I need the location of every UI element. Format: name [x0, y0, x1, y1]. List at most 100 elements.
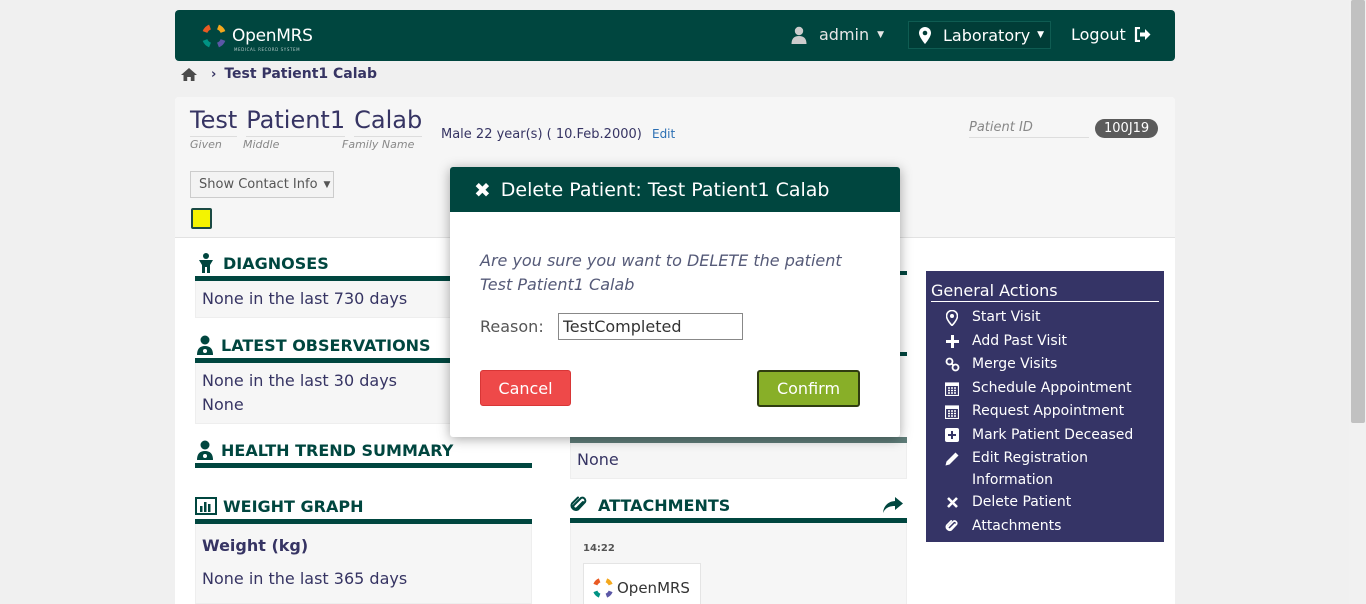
general-actions-title: General Actions: [931, 281, 1159, 302]
confirm-button[interactable]: Confirm: [757, 370, 860, 407]
paperclip-icon: [944, 515, 960, 539]
close-icon: [944, 491, 960, 515]
logo-text: OpenMRS: [232, 26, 313, 46]
link-icon: [944, 353, 960, 377]
openmrs-logo[interactable]: OpenMRS MEDICAL RECORD SYSTEM: [201, 23, 313, 52]
health-trend-title: HEALTH TREND SUMMARY: [195, 439, 532, 461]
action-merge-visits[interactable]: Merge Visits: [944, 353, 1133, 377]
scrollbar-thumb[interactable]: [1351, 0, 1365, 423]
weight-subtitle: Weight (kg): [202, 536, 309, 555]
patient-id-label: Patient ID: [969, 120, 1089, 138]
breadcrumb-current: Test Patient1 Calab: [224, 66, 378, 82]
action-label: Attachments: [972, 517, 1062, 534]
action-mark-patient-deceased[interactable]: Mark Patient Deceased: [944, 424, 1133, 448]
patient-name: Test Patient1 Calab: [190, 106, 423, 137]
edit-link[interactable]: Edit: [652, 127, 675, 141]
attachment-time: 14:22: [583, 543, 615, 554]
weight-none: None in the last 365 days: [202, 569, 408, 588]
action-attachments[interactable]: Attachments: [944, 515, 1133, 539]
location-name: Laboratory: [943, 25, 1031, 45]
middle-none: None: [577, 450, 619, 469]
weight-graph-title-text: WEIGHT GRAPH: [223, 496, 364, 516]
action-label: Merge Visits: [972, 356, 1058, 372]
calendar-icon: [944, 400, 960, 424]
close-icon: ✖: [474, 177, 491, 202]
page-scrollbar[interactable]: [1349, 0, 1366, 604]
logo-subtitle: MEDICAL RECORD SYSTEM: [234, 47, 301, 52]
reason-label: Reason:: [480, 317, 544, 336]
sign-out-icon: [1134, 27, 1151, 42]
weight-graph-widget: WEIGHT GRAPH Weight (kg) None in the las…: [195, 495, 532, 604]
thumbnail-text: OpenMRS: [617, 579, 690, 597]
share-icon[interactable]: [882, 496, 904, 514]
top-header: OpenMRS MEDICAL RECORD SYSTEM admin ▼ La…: [175, 10, 1175, 61]
attachments-title-text: ATTACHMENTS: [598, 495, 731, 515]
action-label: Add Past Visit: [972, 332, 1068, 349]
paperclip-icon: [570, 496, 587, 511]
patient-id-badge: 100J19: [1095, 119, 1159, 138]
dialog-title: Delete Patient: Test Patient1 Calab: [500, 178, 830, 201]
user-md-icon: [197, 335, 213, 355]
show-contact-info-button[interactable]: Show Contact Info ▼: [190, 171, 334, 198]
location-menu[interactable]: Laboratory ▼: [908, 21, 1051, 49]
caret-down-icon: ▼: [323, 179, 331, 190]
action-label: Mark Patient Deceased: [972, 426, 1134, 443]
middle-label: Middle: [243, 138, 280, 151]
delete-patient-dialog: ✖ Delete Patient: Test Patient1 Calab Ar…: [450, 167, 900, 437]
health-trend-bar: [195, 463, 532, 468]
chevron-down-icon: ▼: [877, 29, 885, 40]
logout-label: Logout: [1071, 25, 1126, 44]
user-name: admin: [819, 25, 870, 44]
action-schedule-appointment[interactable]: Schedule Appointment: [944, 377, 1133, 401]
dialog-message: Are you sure you want to DELETE the pati…: [480, 251, 842, 294]
user-menu[interactable]: admin ▼: [791, 25, 884, 44]
openmrs-logo-icon: [202, 24, 226, 48]
reason-input[interactable]: [557, 313, 743, 340]
gender-age-text: Male 22 year(s) ( 10.Feb.2000): [441, 127, 642, 142]
middle-name: Patient1: [246, 106, 346, 137]
action-delete-patient[interactable]: Delete Patient: [944, 491, 1133, 515]
action-start-visit[interactable]: Start Visit: [944, 306, 1133, 330]
plus-icon: [944, 330, 960, 354]
action-label: Start Visit: [972, 309, 1041, 325]
given-label: Given: [190, 138, 222, 151]
contact-button-label: Show Contact Info: [199, 177, 318, 192]
given-name: Test: [190, 106, 238, 137]
action-request-appointment[interactable]: Request Appointment: [944, 400, 1133, 424]
plus-square-icon: [944, 424, 960, 448]
user-md-icon: [197, 440, 213, 460]
attachments-title: ATTACHMENTS: [570, 494, 907, 516]
attachment-thumbnail[interactable]: OpenMRS: [583, 563, 701, 604]
breadcrumb: › Test Patient1 Calab: [181, 66, 377, 82]
home-icon[interactable]: [181, 67, 197, 81]
calendar-icon: [944, 377, 960, 401]
weight-graph-body: Weight (kg) None in the last 365 days: [195, 524, 532, 604]
map-marker-icon: [919, 26, 931, 44]
pencil-icon: [944, 447, 960, 471]
action-add-past-visit[interactable]: Add Past Visit: [944, 330, 1133, 354]
chevron-down-icon: ▼: [1037, 30, 1045, 40]
logout-link[interactable]: Logout: [1071, 25, 1151, 44]
general-actions-list: Start Visit Add Past Visit Merge Visits …: [944, 306, 1133, 538]
reason-row: Reason:: [480, 313, 743, 340]
family-name: Calab: [354, 106, 423, 137]
health-trend-title-text: HEALTH TREND SUMMARY: [221, 440, 454, 460]
action-edit-registration[interactable]: Edit Registration Information: [944, 447, 1133, 491]
user-icon: [791, 26, 807, 44]
health-trend-widget: HEALTH TREND SUMMARY: [195, 439, 532, 468]
observations-title-text: LATEST OBSERVATIONS: [221, 335, 431, 355]
bar-chart-icon: [195, 497, 217, 515]
gender-age: Male 22 year(s) ( 10.Feb.2000) Edit: [441, 127, 675, 142]
attachments-body: 14:22 OpenMRS: [570, 523, 907, 604]
action-label: Request Appointment: [972, 403, 1125, 419]
sticky-note-icon[interactable]: [191, 208, 212, 229]
weight-graph-title: WEIGHT GRAPH: [195, 495, 532, 517]
middle-widget-body: None: [570, 443, 907, 479]
action-label: Edit Registration Information: [972, 450, 1088, 488]
diagnoses-title-text: DIAGNOSES: [223, 253, 329, 273]
dialog-header: ✖ Delete Patient: Test Patient1 Calab: [450, 167, 900, 212]
breadcrumb-separator-icon: ›: [211, 66, 217, 82]
cancel-button[interactable]: Cancel: [480, 370, 571, 406]
stethoscope-icon: [199, 253, 213, 273]
map-marker-icon: [944, 306, 960, 330]
